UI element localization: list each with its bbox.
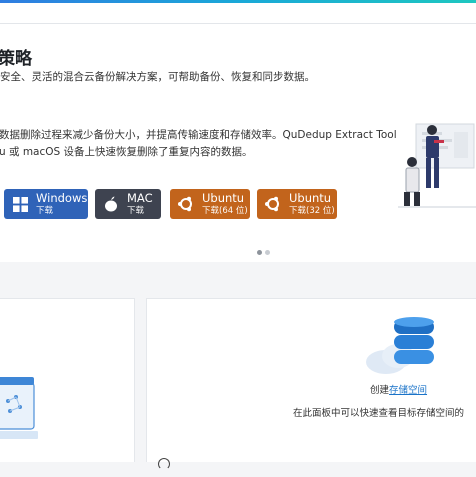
create-storage-label: 创建存储空间 [370, 382, 427, 396]
download-ubuntu-64-label: Ubuntu [202, 190, 245, 205]
ubuntu-icon [263, 194, 283, 214]
ubuntu-icon [176, 194, 196, 214]
carousel-dots [257, 250, 270, 255]
download-mac-button[interactable]: MAC 下载 [95, 189, 161, 219]
download-windows-sublabel: 下载 [36, 206, 54, 216]
windows-icon [10, 194, 30, 214]
create-prefix: 创建 [370, 385, 390, 396]
download-ubuntu-32-label: Ubuntu [289, 190, 332, 205]
feature-description-line-2: u 或 macOS 设备上快速恢复删除了重复内容的数据。 [0, 146, 253, 158]
download-ubuntu-32-sublabel: 下载(32 位) [289, 206, 335, 216]
download-windows-button[interactable]: Windows 下载 [4, 189, 88, 219]
page-subtitle: 安全、灵活的混合云备份解决方案，可帮助备份、恢复和同步数据。 [0, 71, 315, 83]
loading-spinner-icon [158, 458, 170, 470]
create-storage-link[interactable]: 存储空间 [389, 385, 427, 396]
download-mac-sublabel: 下载 [127, 206, 145, 216]
carousel-dot[interactable] [265, 250, 270, 255]
download-mac-label: MAC [127, 190, 153, 205]
storage-cloud-icon [366, 317, 434, 374]
dashboard-illustration-icon [0, 377, 38, 439]
bottom-strip [0, 462, 476, 477]
storage-panel [146, 298, 476, 464]
apple-icon [101, 194, 121, 214]
left-feature-panel [0, 298, 135, 464]
download-ubuntu-32-button[interactable]: Ubuntu 下载(32 位) [257, 189, 337, 219]
storage-panel-description: 在此面板中可以快速查看目标存储空间的 [293, 408, 465, 419]
top-nav-strip [0, 3, 476, 24]
people-illustration [398, 123, 476, 208]
feature-description: 数据删除过程来减少备份大小，并提高传输速度和存储效率。QuDedup Extra… [0, 127, 397, 161]
carousel-dot-active[interactable] [257, 250, 262, 255]
download-ubuntu-64-button[interactable]: Ubuntu 下载(64 位) [170, 189, 250, 219]
download-windows-label: Windows [36, 190, 88, 205]
download-ubuntu-64-sublabel: 下载(64 位) [202, 206, 248, 216]
feature-description-line-1: 数据删除过程来减少备份大小，并提高传输速度和存储效率。QuDedup Extra… [0, 129, 397, 141]
page-title: 策略 [0, 49, 32, 69]
